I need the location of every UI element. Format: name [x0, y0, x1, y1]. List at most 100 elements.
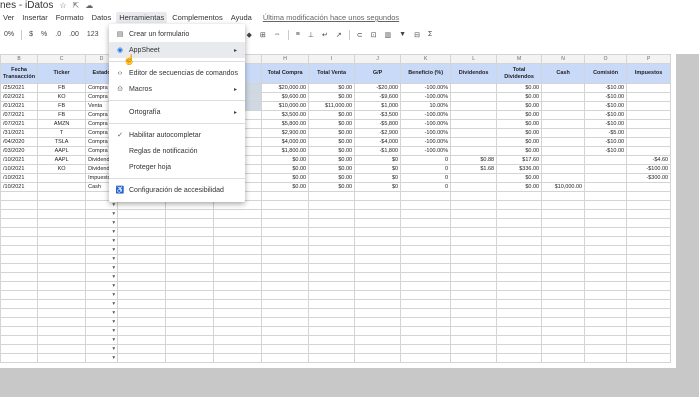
- table-cell[interactable]: [626, 146, 672, 156]
- table-cell[interactable]: [541, 290, 586, 300]
- table-cell[interactable]: $0.00: [496, 92, 543, 102]
- table-cell[interactable]: [165, 281, 215, 291]
- table-cell[interactable]: [117, 353, 167, 363]
- table-cell[interactable]: $0.00: [261, 173, 310, 183]
- table-cell[interactable]: [261, 191, 310, 201]
- table-cell[interactable]: [626, 110, 672, 120]
- table-cell[interactable]: [0, 200, 39, 210]
- table-cell[interactable]: [354, 308, 402, 318]
- table-cell[interactable]: [450, 83, 498, 93]
- table-cell[interactable]: [37, 299, 87, 309]
- table-cell[interactable]: [354, 245, 402, 255]
- table-cell[interactable]: [261, 308, 310, 318]
- dropdown-arrow-icon[interactable]: ▾: [85, 272, 119, 282]
- table-cell[interactable]: [261, 290, 310, 300]
- table-cell[interactable]: [308, 218, 356, 228]
- table-cell[interactable]: [496, 263, 543, 273]
- table-cell[interactable]: [400, 218, 452, 228]
- menu-formato[interactable]: Formato: [53, 12, 87, 23]
- table-cell[interactable]: [450, 326, 498, 336]
- table-cell[interactable]: [117, 254, 167, 264]
- table-cell[interactable]: -100.00%: [400, 119, 452, 129]
- cloud-icon[interactable]: ☁: [85, 1, 93, 10]
- table-cell[interactable]: [117, 263, 167, 273]
- table-cell[interactable]: [400, 245, 452, 255]
- table-cell[interactable]: [0, 191, 39, 201]
- table-cell[interactable]: [584, 155, 628, 165]
- zoom-select[interactable]: 0%: [4, 31, 14, 38]
- table-cell[interactable]: [496, 317, 543, 327]
- table-cell[interactable]: [496, 308, 543, 318]
- filter-views-icon[interactable]: ⊟: [414, 31, 420, 39]
- column-letter[interactable]: L: [450, 54, 498, 64]
- dropdown-arrow-icon[interactable]: ▾: [85, 218, 119, 228]
- table-cell[interactable]: T: [37, 128, 87, 138]
- table-cell[interactable]: [308, 200, 356, 210]
- table-cell[interactable]: [213, 290, 263, 300]
- table-cell[interactable]: [541, 164, 586, 174]
- dropdown-arrow-icon[interactable]: ▾: [85, 317, 119, 327]
- table-cell[interactable]: [450, 272, 498, 282]
- table-cell[interactable]: [213, 335, 263, 345]
- dropdown-arrow-icon[interactable]: ▾: [85, 245, 119, 255]
- table-cell[interactable]: [37, 218, 87, 228]
- table-cell[interactable]: [37, 182, 87, 192]
- table-cell[interactable]: [541, 137, 586, 147]
- table-cell[interactable]: $1,000: [354, 101, 402, 111]
- table-cell[interactable]: [261, 263, 310, 273]
- table-cell[interactable]: /03/2020: [0, 146, 39, 156]
- table-cell[interactable]: [308, 308, 356, 318]
- table-cell[interactable]: [165, 254, 215, 264]
- table-cell[interactable]: [308, 281, 356, 291]
- table-cell[interactable]: $0.00: [308, 182, 356, 192]
- table-cell[interactable]: -100.00%: [400, 128, 452, 138]
- table-cell[interactable]: [117, 290, 167, 300]
- table-cell[interactable]: [400, 335, 452, 345]
- table-cell[interactable]: [165, 308, 215, 318]
- column-header[interactable]: Fecha Transacción: [0, 63, 39, 84]
- table-cell[interactable]: -$100.00: [626, 164, 672, 174]
- table-cell[interactable]: KO: [37, 92, 87, 102]
- move-icon[interactable]: ⇱: [73, 1, 80, 10]
- table-cell[interactable]: [37, 209, 87, 219]
- table-cell[interactable]: [584, 254, 628, 264]
- table-cell[interactable]: [541, 83, 586, 93]
- column-letter[interactable]: J: [354, 54, 402, 64]
- table-cell[interactable]: -$300.00: [626, 173, 672, 183]
- percent-button[interactable]: %: [41, 31, 47, 38]
- table-cell[interactable]: [354, 317, 402, 327]
- column-header[interactable]: Comisión: [584, 63, 628, 84]
- dropdown-arrow-icon[interactable]: ▾: [85, 344, 119, 354]
- table-cell[interactable]: [626, 218, 672, 228]
- dropdown-arrow-icon[interactable]: ▾: [85, 281, 119, 291]
- table-cell[interactable]: [626, 326, 672, 336]
- column-header[interactable]: Total Compra: [261, 63, 310, 84]
- table-cell[interactable]: [213, 272, 263, 282]
- table-cell[interactable]: [626, 263, 672, 273]
- table-cell[interactable]: [584, 164, 628, 174]
- table-cell[interactable]: [626, 254, 672, 264]
- table-cell[interactable]: [496, 353, 543, 363]
- table-cell[interactable]: [450, 335, 498, 345]
- table-cell[interactable]: [354, 353, 402, 363]
- table-cell[interactable]: /01/2021: [0, 101, 39, 111]
- table-cell[interactable]: [626, 182, 672, 192]
- table-cell[interactable]: [450, 92, 498, 102]
- table-cell[interactable]: [400, 263, 452, 273]
- table-cell[interactable]: [584, 308, 628, 318]
- table-cell[interactable]: [496, 290, 543, 300]
- table-cell[interactable]: [354, 272, 402, 282]
- column-header[interactable]: Total Venta: [308, 63, 356, 84]
- table-cell[interactable]: [626, 299, 672, 309]
- table-cell[interactable]: [450, 263, 498, 273]
- table-cell[interactable]: 0: [400, 173, 452, 183]
- table-cell[interactable]: [354, 344, 402, 354]
- table-cell[interactable]: [541, 317, 586, 327]
- functions-icon[interactable]: Σ: [428, 31, 432, 38]
- column-letter[interactable]: H: [261, 54, 310, 64]
- column-header[interactable]: Dividendos: [450, 63, 498, 84]
- table-cell[interactable]: [261, 317, 310, 327]
- table-cell[interactable]: -100.00%: [400, 146, 452, 156]
- table-cell[interactable]: [308, 191, 356, 201]
- table-cell[interactable]: $0.00: [308, 155, 356, 165]
